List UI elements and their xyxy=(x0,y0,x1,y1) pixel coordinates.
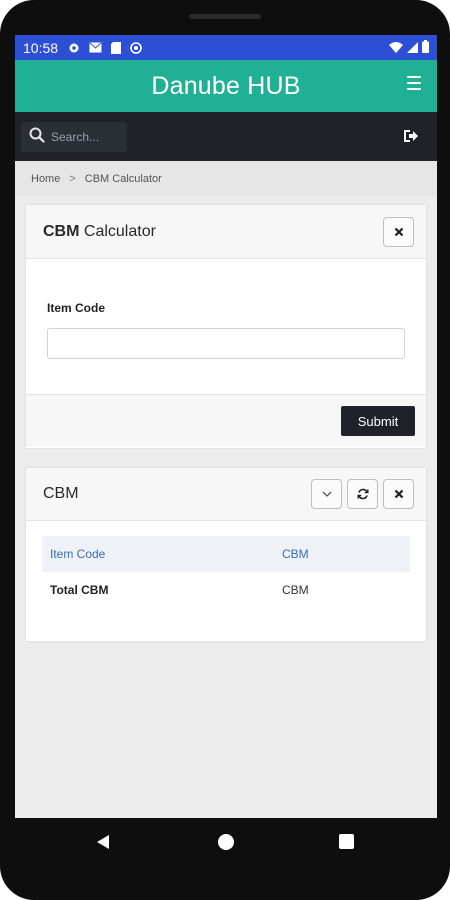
search-icon xyxy=(29,127,45,146)
breadcrumb-home[interactable]: Home xyxy=(31,173,60,185)
card-footer: Submit xyxy=(26,395,426,447)
card-actions xyxy=(383,216,414,247)
calculator-form: Item Code xyxy=(26,259,426,395)
phone-speaker xyxy=(189,14,261,19)
table-cell: Total CBM xyxy=(50,582,109,597)
cbm-table-wrapper: Item Code CBM Total CBM CBM xyxy=(26,521,426,607)
collapse-card-button[interactable] xyxy=(311,479,342,509)
column-header-item-code: Item Code xyxy=(42,536,274,572)
refresh-icon xyxy=(357,488,368,500)
mail-icon xyxy=(89,42,102,53)
search-input[interactable]: Search... xyxy=(21,121,127,152)
status-time: 10:58 xyxy=(23,39,59,56)
column-header-cbm: CBM xyxy=(274,536,410,572)
close-card-button[interactable] xyxy=(383,479,414,509)
cbm-table: Item Code CBM Total CBM CBM xyxy=(42,536,410,607)
sim-icon xyxy=(111,41,122,54)
signal-icon xyxy=(407,40,418,56)
item-code-input[interactable] xyxy=(47,328,405,359)
card-header: CBM xyxy=(26,468,426,521)
logout-icon[interactable] xyxy=(403,129,419,143)
cbm-calculator-card: CBM Calculator Item Code Submit xyxy=(26,205,426,448)
card-title: CBM xyxy=(43,485,79,502)
back-icon[interactable] xyxy=(95,834,111,855)
sync-icon xyxy=(130,41,142,54)
app-header: Danube HUB xyxy=(15,60,437,112)
search-placeholder: Search... xyxy=(51,129,100,144)
table-header-row: Item Code CBM xyxy=(42,536,410,572)
phone-frame: 10:58 Danube HUB Search... Home > CBM Ca… xyxy=(0,0,450,900)
hamburger-menu-icon[interactable] xyxy=(407,76,421,90)
card-actions xyxy=(311,479,414,509)
table-cell: CBM xyxy=(282,582,309,597)
chevron-down-icon xyxy=(322,491,331,497)
close-icon xyxy=(394,227,403,236)
app-screen: 10:58 Danube HUB Search... Home > CBM Ca… xyxy=(15,35,437,818)
table-row: Total CBM CBM xyxy=(42,572,410,607)
status-bar: 10:58 xyxy=(15,35,437,60)
item-code-label: Item Code xyxy=(47,301,106,315)
recent-apps-icon[interactable] xyxy=(339,834,354,849)
breadcrumb-separator: > xyxy=(69,172,76,185)
card-header: CBM Calculator xyxy=(26,205,426,259)
card-title: CBM Calculator xyxy=(43,223,156,241)
cbm-result-card: CBM Item Code CBM Total CBM CBM xyxy=(26,468,426,641)
breadcrumb: Home > CBM Calculator xyxy=(15,161,437,196)
breadcrumb-current: CBM Calculator xyxy=(84,172,162,185)
refresh-card-button[interactable] xyxy=(347,479,378,509)
close-icon xyxy=(394,489,403,499)
battery-icon xyxy=(422,39,429,56)
android-nav-bar xyxy=(0,818,450,866)
submit-button[interactable]: Submit xyxy=(341,406,415,436)
settings-icon xyxy=(68,42,80,54)
wifi-icon xyxy=(389,40,403,56)
card-title-rest: Calculator xyxy=(79,222,156,240)
home-icon[interactable] xyxy=(218,834,234,850)
app-title: Danube HUB xyxy=(151,71,301,100)
close-card-button[interactable] xyxy=(383,216,414,247)
card-title-bold: CBM xyxy=(43,222,80,240)
search-bar: Search... xyxy=(15,112,437,161)
status-right-icons xyxy=(389,39,429,56)
